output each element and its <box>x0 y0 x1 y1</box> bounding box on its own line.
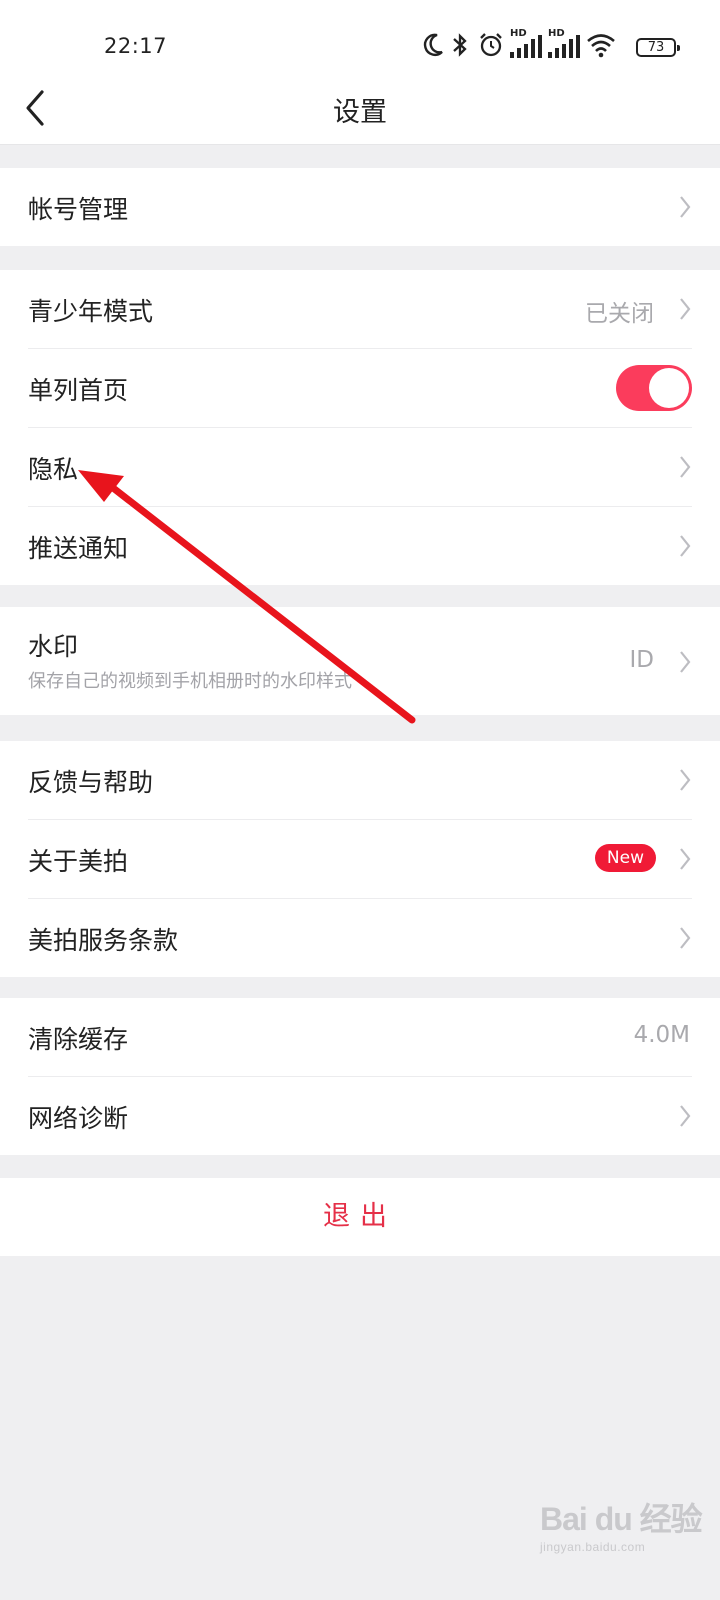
chevron-right-icon <box>680 456 691 478</box>
alarm-icon <box>480 33 502 57</box>
single-column-home-item: 单列首页 <box>28 349 692 428</box>
single-column-toggle[interactable] <box>616 365 692 411</box>
account-management-label: 帐号管理 <box>28 195 129 224</box>
new-badge: New <box>594 844 656 872</box>
battery-icon: 73 <box>636 38 680 57</box>
account-management-item[interactable]: 帐号管理 <box>28 168 692 246</box>
push-notification-item[interactable]: 推送通知 <box>28 507 692 585</box>
single-column-home-label: 单列首页 <box>28 376 129 405</box>
chevron-right-icon <box>680 848 691 870</box>
chevron-right-icon <box>680 651 691 673</box>
watermark-url: jingyan.baidu.com <box>540 1540 646 1554</box>
terms-item[interactable]: 美拍服务条款 <box>28 899 692 977</box>
watermark-value: ID <box>629 647 655 673</box>
hd-signal-icon-2: HD <box>548 28 580 60</box>
settings-group-account: 帐号管理 <box>0 168 720 246</box>
watermark-brand: Bai du 经验 <box>540 1501 703 1537</box>
feedback-help-label: 反馈与帮助 <box>28 768 154 797</box>
page-title: 设置 <box>333 97 387 128</box>
hd-signal-icon: HD <box>510 28 542 60</box>
bluetooth-icon <box>453 33 467 57</box>
settings-group-help: 反馈与帮助 关于美拍 New 美拍服务条款 <box>0 741 720 977</box>
youth-mode-label: 青少年模式 <box>28 297 154 326</box>
status-time: 22:17 <box>104 34 168 58</box>
chevron-right-icon <box>680 769 691 791</box>
chevron-right-icon <box>680 927 691 949</box>
watermark-label: 水印 <box>28 632 79 661</box>
watermark-description: 保存自己的视频到手机相册时的水印样式 <box>28 671 352 692</box>
settings-group-storage: 清除缓存 4.0M 网络诊断 <box>0 998 720 1155</box>
network-diagnosis-item[interactable]: 网络诊断 <box>28 1077 692 1155</box>
network-diagnosis-label: 网络诊断 <box>28 1104 129 1133</box>
about-label: 关于美拍 <box>28 847 129 876</box>
privacy-label: 隐私 <box>28 455 79 484</box>
chevron-right-icon <box>680 196 691 218</box>
push-notification-label: 推送通知 <box>28 534 129 563</box>
youth-mode-item[interactable]: 青少年模式 已关闭 <box>28 270 692 349</box>
clear-cache-item[interactable]: 清除缓存 4.0M <box>28 998 692 1077</box>
about-item[interactable]: 关于美拍 New <box>28 820 692 899</box>
moon-icon <box>423 33 443 56</box>
feedback-help-item[interactable]: 反馈与帮助 <box>28 741 692 820</box>
watermark-item[interactable]: 水印 保存自己的视频到手机相册时的水印样式 ID <box>28 607 692 715</box>
logout-button[interactable]: 退出 <box>0 1178 720 1256</box>
wifi-icon <box>587 34 615 58</box>
chevron-right-icon <box>680 1105 691 1127</box>
chevron-right-icon <box>680 298 691 320</box>
toggle-knob <box>649 368 689 408</box>
privacy-item[interactable]: 隐私 <box>28 428 692 507</box>
baidu-watermark: Bai du 经验 jingyan.baidu.com <box>540 1494 703 1554</box>
clear-cache-label: 清除缓存 <box>28 1025 129 1054</box>
nav-bar: 设置 <box>0 72 720 145</box>
chevron-right-icon <box>680 535 691 557</box>
settings-group-general: 青少年模式 已关闭 单列首页 隐私 推送通知 <box>0 270 720 585</box>
cache-size-value: 4.0M <box>633 1022 690 1048</box>
youth-mode-value: 已关闭 <box>585 301 654 327</box>
terms-label: 美拍服务条款 <box>28 926 179 955</box>
settings-group-watermark: 水印 保存自己的视频到手机相册时的水印样式 ID <box>0 607 720 715</box>
